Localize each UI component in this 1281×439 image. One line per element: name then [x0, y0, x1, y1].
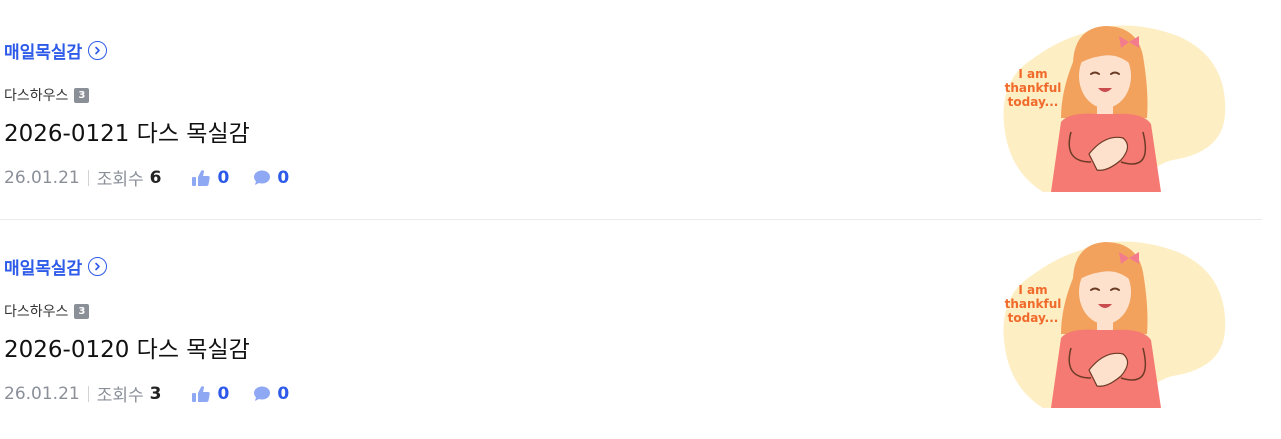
comment-count: 0	[277, 167, 290, 188]
post-thumbnail[interactable]: I am thankful today...	[1003, 22, 1238, 192]
post-date: 26.01.21	[4, 383, 80, 404]
like-button[interactable]: 0	[191, 168, 229, 188]
level-badge: 3	[74, 87, 90, 103]
meta-divider	[87, 385, 89, 402]
board-name: 매일목실감	[4, 259, 83, 279]
like-count: 0	[217, 383, 230, 404]
post-title[interactable]: 2026-0121 다스 목실감	[4, 114, 250, 148]
like-button[interactable]: 0	[191, 384, 229, 404]
comment-icon	[254, 170, 271, 185]
thumbs-up-icon	[192, 169, 211, 186]
board-name: 매일목실감	[4, 43, 83, 63]
views-count: 6	[149, 167, 162, 188]
post-author[interactable]: 다스하우스 3	[4, 301, 90, 321]
thumbs-up-icon	[192, 385, 211, 402]
like-count: 0	[217, 167, 230, 188]
post-divider	[0, 219, 1262, 220]
comment-count: 0	[277, 383, 290, 404]
comment-button[interactable]: 0	[253, 168, 289, 188]
views-label: 조회수	[96, 170, 144, 190]
post-meta: 26.01.21 조회수 3 0 0	[4, 381, 289, 407]
chevron-right-circle-icon	[88, 41, 108, 60]
post-card[interactable]: 매일목실감 다스하우스 3 2026-0121 다스 목실감 26.01.21 …	[0, 6, 1281, 218]
chevron-right-circle-icon	[88, 257, 108, 276]
board-link[interactable]: 매일목실감	[4, 254, 108, 279]
comment-icon	[254, 386, 271, 401]
post-title[interactable]: 2026-0120 다스 목실감	[4, 330, 250, 364]
comment-button[interactable]: 0	[253, 384, 289, 404]
views-count: 3	[149, 383, 162, 404]
level-badge: 3	[74, 303, 90, 319]
post-author[interactable]: 다스하우스 3	[4, 85, 90, 105]
post-date: 26.01.21	[4, 167, 80, 188]
post-thumbnail[interactable]: I am thankful today...	[1003, 238, 1238, 408]
author-name: 다스하우스	[4, 304, 69, 320]
board-link[interactable]: 매일목실감	[4, 38, 108, 63]
meta-divider	[87, 169, 89, 186]
author-name: 다스하우스	[4, 88, 69, 104]
post-card[interactable]: 매일목실감 다스하우스 3 2026-0120 다스 목실감 26.01.21 …	[0, 222, 1281, 434]
post-meta: 26.01.21 조회수 6 0 0	[4, 165, 289, 191]
views-label: 조회수	[96, 386, 144, 406]
